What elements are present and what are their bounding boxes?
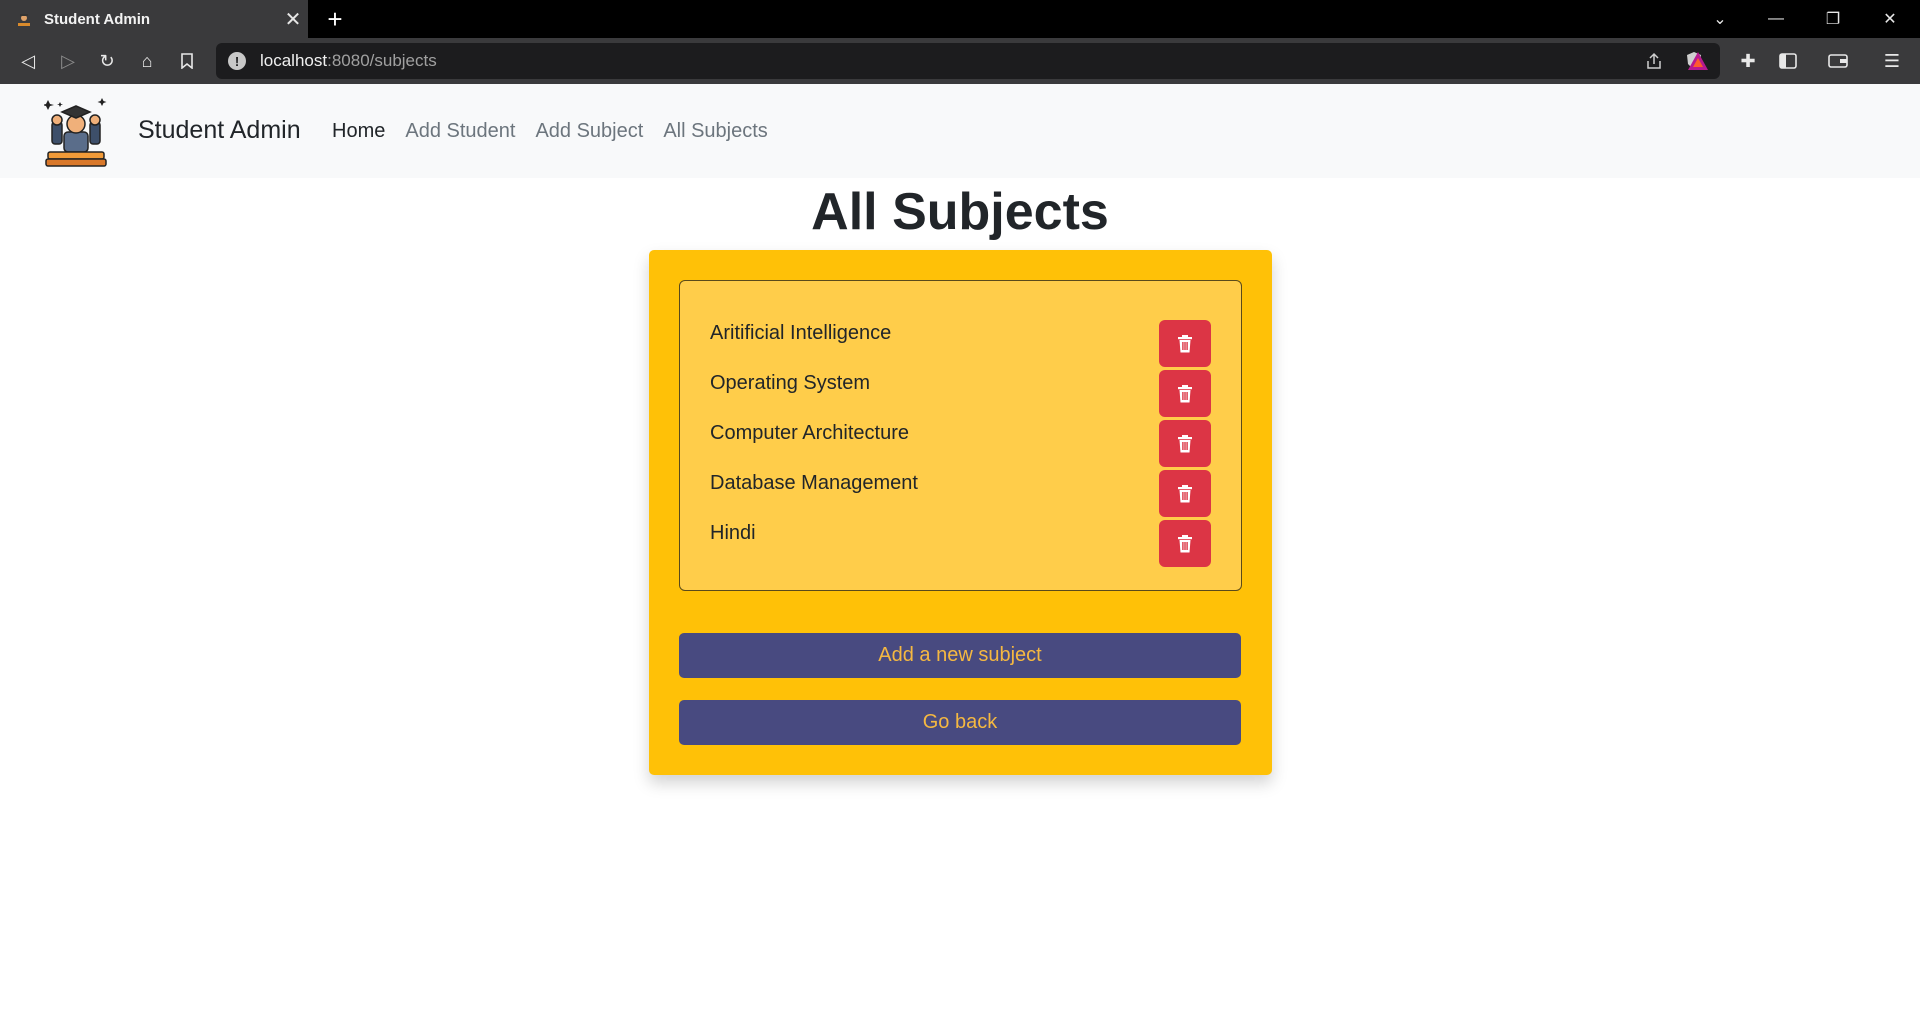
browser-tab[interactable]: Student Admin ✕ (0, 0, 308, 38)
home-icon[interactable]: ⌂ (131, 45, 163, 77)
browser-tabbar: Student Admin ✕ + ⌄ — ❐ ✕ (0, 0, 1920, 38)
trash-icon (1178, 484, 1192, 502)
list-item: Computer Architecture (710, 420, 1211, 471)
delete-subject-button[interactable] (1159, 420, 1211, 467)
delete-subject-button[interactable] (1159, 470, 1211, 517)
new-tab-button[interactable]: + (320, 4, 350, 34)
close-window-icon[interactable]: ✕ (1862, 0, 1918, 38)
subject-name: Database Management (710, 472, 918, 494)
tab-list-icon[interactable]: ⌄ (1692, 0, 1748, 38)
page-title: All Subjects (811, 183, 1109, 241)
tab-close-icon[interactable]: ✕ (278, 7, 308, 32)
go-back-button[interactable]: Go back (679, 700, 1241, 745)
subject-name: Aritificial Intelligence (710, 322, 892, 344)
bookmark-icon[interactable] (171, 45, 203, 77)
graduate-icon[interactable] (44, 96, 108, 168)
menu-icon[interactable]: ☰ (1876, 45, 1908, 77)
nav-links: Home Add Student Add Subject All Subject… (332, 120, 768, 143)
trash-icon (1178, 384, 1192, 402)
add-subject-button[interactable]: Add a new subject (679, 633, 1241, 678)
graduate-favicon-icon (18, 14, 30, 26)
list-item: Database Management (710, 470, 1211, 521)
url-path: :8080/subjects (327, 51, 437, 70)
reload-icon[interactable]: ↻ (91, 45, 123, 77)
extensions-icon[interactable]: ✚ (1732, 45, 1764, 77)
subjects-card: Aritificial Intelligence Operating Syste… (649, 250, 1272, 775)
subject-name: Hindi (710, 522, 756, 544)
url-host: localhost (260, 51, 328, 70)
delete-subject-button[interactable] (1159, 520, 1211, 567)
trash-icon (1178, 434, 1192, 452)
nav-link-home[interactable]: Home (332, 120, 385, 143)
brave-rewards-icon[interactable] (1682, 45, 1714, 77)
forward-icon[interactable]: ▷ (52, 45, 84, 77)
address-bar[interactable]: ! localhost:8080/subjects (216, 43, 1720, 79)
site-info-icon[interactable]: ! (228, 52, 246, 70)
list-item: Hindi (710, 520, 1211, 571)
nav-link-add-subject[interactable]: Add Subject (535, 120, 643, 143)
subject-name: Operating System (710, 372, 871, 394)
tab-title: Student Admin (44, 10, 151, 28)
subjects-list: Aritificial Intelligence Operating Syste… (679, 280, 1242, 591)
delete-subject-button[interactable] (1159, 320, 1211, 367)
wallet-icon[interactable] (1822, 45, 1854, 77)
restore-icon[interactable]: ❐ (1805, 0, 1861, 38)
brand-name[interactable]: Student Admin (138, 116, 301, 145)
minimize-icon[interactable]: — (1748, 0, 1804, 38)
list-item: Aritificial Intelligence (710, 320, 1211, 371)
browser-toolbar: ◁ ▷ ↻ ⌂ ! localhost:8080/subjects ✚ ☰ (0, 38, 1920, 84)
nav-link-add-student[interactable]: Add Student (405, 120, 515, 143)
trash-icon (1178, 334, 1192, 352)
sidebar-icon[interactable] (1772, 45, 1804, 77)
share-icon[interactable] (1642, 49, 1666, 73)
back-icon[interactable]: ◁ (12, 45, 44, 77)
site-navbar: Student Admin Home Add Student Add Subje… (0, 84, 1920, 178)
nav-link-all-subjects[interactable]: All Subjects (663, 120, 768, 143)
subject-name: Computer Architecture (710, 422, 909, 444)
trash-icon (1178, 534, 1192, 552)
delete-subject-button[interactable] (1159, 370, 1211, 417)
list-item: Operating System (710, 370, 1211, 421)
